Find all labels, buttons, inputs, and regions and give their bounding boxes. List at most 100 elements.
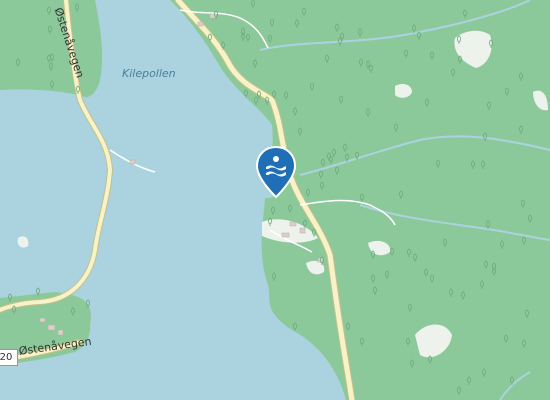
tree-symbol <box>407 248 411 257</box>
tree-symbol <box>505 87 509 96</box>
tree-symbol <box>390 247 394 256</box>
tree-symbol <box>449 288 453 297</box>
tree-symbol <box>522 339 526 348</box>
tree-symbol <box>332 148 336 157</box>
tree-symbol <box>519 72 523 81</box>
tree-symbol <box>208 33 212 42</box>
tree-symbol <box>12 305 16 314</box>
tree-symbol <box>463 9 467 18</box>
tree-symbol <box>436 159 440 168</box>
tree-symbol <box>320 181 324 190</box>
tree-symbol <box>359 58 363 67</box>
tree-symbol <box>288 204 292 213</box>
tree-symbol <box>339 95 343 104</box>
tree-symbol <box>519 125 523 134</box>
water-label: Kilepollen <box>122 67 176 80</box>
tree-symbol <box>86 299 90 308</box>
tree-symbol <box>319 170 323 179</box>
tree-symbol <box>47 54 51 63</box>
tree-symbol <box>75 3 79 12</box>
tree-symbol <box>483 132 487 141</box>
tree-symbol <box>504 334 508 343</box>
tree-symbol <box>408 303 412 312</box>
tree-symbol <box>525 309 529 318</box>
tree-symbol <box>325 54 329 63</box>
tree-symbol <box>371 274 375 283</box>
tree-symbol <box>47 6 51 15</box>
tree-symbol <box>340 32 344 41</box>
tree-symbol <box>528 214 532 223</box>
tree-symbol <box>246 33 250 42</box>
tree-symbol <box>329 155 333 164</box>
tree-symbol <box>49 62 53 71</box>
tree-symbol <box>257 90 261 99</box>
tree-symbol <box>295 19 299 28</box>
tree-symbol <box>272 272 276 281</box>
road-number-badge: 20 <box>0 349 18 366</box>
tree-symbol <box>481 160 485 169</box>
tree-symbol <box>50 53 54 62</box>
tree-symbol <box>355 151 359 160</box>
tree-symbol <box>458 55 462 64</box>
tree-symbol <box>338 37 342 46</box>
tree-symbol <box>484 260 488 269</box>
tree-symbol <box>417 31 421 40</box>
tree-symbol <box>8 293 12 302</box>
tree-symbol <box>270 18 274 27</box>
tree-symbol <box>244 89 248 98</box>
tree-symbol <box>487 101 491 110</box>
tree-symbol <box>50 80 54 89</box>
tree-symbol <box>36 287 40 296</box>
tree-symbol <box>293 322 297 331</box>
map-pin-icon <box>255 145 297 199</box>
tree-symbol <box>293 107 297 116</box>
tree-symbol <box>302 7 306 16</box>
tree-symbol <box>358 28 362 37</box>
tree-symbol <box>71 307 75 316</box>
tree-symbol <box>366 60 370 69</box>
tree-symbol <box>430 274 434 283</box>
tree-symbol <box>410 359 414 368</box>
tree-symbol <box>214 10 218 19</box>
tree-symbol <box>271 206 275 215</box>
tree-symbol <box>76 85 80 94</box>
tree-symbol <box>343 143 347 152</box>
tree-symbol <box>306 188 310 197</box>
tree-symbol <box>406 337 410 346</box>
tree-symbol <box>404 49 408 58</box>
tree-symbol <box>467 376 471 385</box>
tree-symbol <box>253 59 257 68</box>
tree-symbol <box>366 108 370 117</box>
tree-symbol <box>48 25 52 34</box>
tree-symbol <box>461 291 465 300</box>
tree-symbol <box>346 322 350 331</box>
tree-symbol <box>430 51 434 60</box>
tree-symbol <box>371 250 375 259</box>
tree-symbol <box>268 217 272 226</box>
bathing-place-marker[interactable] <box>254 145 298 201</box>
tree-symbol <box>424 268 428 277</box>
tree-symbol <box>335 166 339 175</box>
tree-symbol <box>443 238 447 247</box>
tree-symbol <box>480 280 484 289</box>
tree-symbol <box>221 41 225 50</box>
tree-symbol <box>385 270 389 279</box>
tree-symbol <box>298 127 302 136</box>
tree-symbol <box>254 96 258 105</box>
tree-symbol <box>457 386 461 395</box>
tree-symbol <box>321 158 325 167</box>
tree-symbol <box>312 228 316 237</box>
tree-symbol <box>251 0 255 8</box>
tree-symbol <box>310 82 314 91</box>
tree-symbol <box>272 90 276 99</box>
tree-symbol <box>451 68 455 77</box>
map-view[interactable]: Kilepollen Østenåvegen Østenåvegen gen 2… <box>0 0 550 400</box>
tree-symbol <box>320 256 324 265</box>
tree-symbol <box>345 153 349 162</box>
tree-symbol <box>428 355 432 364</box>
tree-symbol <box>360 337 364 346</box>
tree-symbol <box>500 240 504 249</box>
tree-symbol <box>265 96 269 105</box>
tree-symbol <box>522 236 526 245</box>
tree-symbol <box>394 123 398 132</box>
